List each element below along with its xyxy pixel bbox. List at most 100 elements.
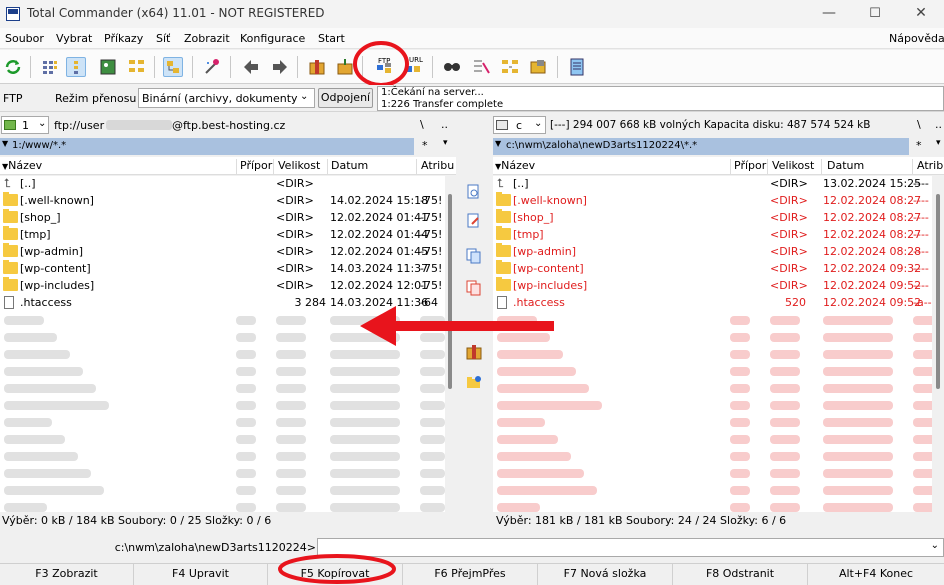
file-row[interactable]: [wp-content] <DIR> 14.03.2024 11:37 -75! (0, 260, 445, 278)
menu-napoveda[interactable]: Nápověda (889, 32, 944, 45)
col-ext[interactable]: Přípor (240, 159, 274, 175)
right-root-button[interactable]: \ (917, 118, 921, 131)
f8-delete-button[interactable]: F8 Odstranit (673, 564, 808, 585)
left-path-header[interactable]: ▼ 1:/www/*.* (0, 138, 414, 155)
f7-new-folder-button[interactable]: F7 Nová složka (538, 564, 673, 585)
right-up-button[interactable]: .. (935, 118, 942, 131)
f4-edit-button[interactable]: F4 Upravit (134, 564, 268, 585)
file-row[interactable]: [wp-includes] <DIR> 12.02.2024 12:01 -75! (0, 277, 445, 295)
maximize-button[interactable]: ☐ (852, 0, 898, 28)
file-row[interactable]: [wp-includes] <DIR> 12.02.2024 09:52 ---- (493, 277, 932, 295)
new-folder-icon[interactable] (466, 374, 482, 390)
blurred-file-entry (236, 316, 256, 325)
disconnect-button[interactable]: Odpojení (318, 88, 373, 108)
red-arrow-annotation (360, 306, 554, 346)
right-drive-select[interactable]: c ⌄ (493, 116, 546, 134)
command-input[interactable]: ⌄ (317, 538, 944, 557)
function-key-bar: F3 Zobrazit F4 Upravit F5 Kopírovat F6 P… (0, 563, 944, 585)
find-files-icon[interactable] (442, 57, 462, 77)
col-name[interactable]: ▼Název (0, 159, 237, 175)
blurred-file-entry (236, 367, 256, 376)
file-row[interactable]: [shop_] <DIR> 12.02.2024 08:27 ---- (493, 209, 932, 227)
back-arrow-icon[interactable] (241, 57, 261, 77)
chevron-down-icon[interactable]: ▾ (936, 138, 941, 148)
blurred-file-entry (497, 435, 558, 444)
left-filter-star[interactable]: * (422, 139, 428, 152)
move-file-icon[interactable] (466, 280, 482, 296)
right-drive-bar: c ⌄ [---] 294 007 668 kB volných Kapacit… (493, 115, 944, 137)
invert-selection-icon[interactable] (202, 57, 222, 77)
sync-dirs-icon[interactable] (528, 57, 548, 77)
file-row[interactable]: [wp-admin] <DIR> 12.02.2024 01:45 -75! (0, 243, 445, 261)
blurred-file-entry (4, 401, 109, 410)
file-row[interactable]: ⮤ [..] <DIR> 13.02.2024 15:25 ---- (493, 176, 932, 193)
f3-view-button[interactable]: F3 Zobrazit (0, 564, 134, 585)
file-size: <DIR> (276, 177, 314, 190)
copy-file-icon[interactable] (466, 248, 482, 264)
col-size[interactable]: Velikost (772, 159, 822, 175)
up-dir-icon: ⮤ (4, 176, 12, 190)
file-size: <DIR> (770, 279, 808, 292)
file-name: [shop_] (20, 211, 61, 224)
file-size: <DIR> (276, 279, 314, 292)
menu-soubor[interactable]: Soubor (5, 32, 44, 45)
col-size[interactable]: Velikost (278, 159, 328, 175)
menu-vybrat[interactable]: Vybrat (56, 32, 92, 45)
col-attr[interactable]: Atribu (421, 159, 456, 175)
right-path-header[interactable]: ▼ c:\nwm\zaloha\newD3arts1120224\*.* (493, 138, 909, 155)
blurred-file-entry (420, 367, 445, 376)
file-row[interactable]: [.well-known] <DIR> 12.02.2024 08:27 ---- (493, 192, 932, 210)
view-file-icon[interactable] (466, 184, 482, 200)
compare-dirs-icon[interactable] (500, 57, 520, 77)
full-view-icon[interactable] (66, 57, 86, 77)
thumbnail-view-icon[interactable] (98, 57, 118, 77)
file-date: 12.02.2024 01:45 (330, 245, 429, 258)
file-row[interactable]: [tmp] <DIR> 12.02.2024 01:44 -75! (0, 226, 445, 244)
col-name[interactable]: ▼Název (493, 159, 731, 175)
tree-view-icon[interactable] (127, 57, 147, 77)
blurred-file-entry (4, 333, 57, 342)
left-up-button[interactable]: .. (441, 118, 448, 131)
col-date[interactable]: Datum (827, 159, 913, 175)
file-date: 12.02.2024 08:28 (823, 245, 922, 258)
file-row[interactable]: [wp-content] <DIR> 12.02.2024 09:32 ---- (493, 260, 932, 278)
menu-prikazy[interactable]: Příkazy (104, 32, 143, 45)
refresh-icon[interactable] (3, 57, 23, 77)
menu-zobrazit[interactable]: Zobrazit (184, 32, 230, 45)
file-size: <DIR> (770, 177, 808, 190)
sync-tree-icon[interactable] (163, 57, 183, 77)
chevron-down-icon[interactable]: ▾ (443, 138, 448, 148)
col-date[interactable]: Datum (331, 159, 417, 175)
file-row[interactable]: [.well-known] <DIR> 14.02.2024 15:18 -75! (0, 192, 445, 210)
pack-archive-icon[interactable] (307, 57, 327, 77)
blurred-file-entry (730, 384, 750, 393)
multi-rename-icon[interactable] (471, 57, 491, 77)
blurred-file-entry (913, 333, 932, 342)
file-row[interactable]: .htaccess 520 12.02.2024 09:52 -a-- (493, 295, 932, 312)
file-row[interactable]: [tmp] <DIR> 12.02.2024 08:27 ---- (493, 226, 932, 244)
transfer-mode-select[interactable]: Binární (archivy, dokumenty ⌄ (138, 88, 315, 108)
alt-f4-exit-button[interactable]: Alt+F4 Konec (808, 564, 944, 585)
notepad-icon[interactable] (567, 57, 587, 77)
minimize-button[interactable]: — (806, 0, 852, 28)
col-attr[interactable]: Atrib (917, 159, 944, 175)
menu-start[interactable]: Start (318, 32, 345, 45)
left-drive-select[interactable]: 1 ⌄ (1, 116, 49, 134)
right-scrollbar[interactable] (932, 176, 944, 512)
file-row[interactable]: [wp-admin] <DIR> 12.02.2024 08:28 ---- (493, 243, 932, 261)
blurred-file-entry (913, 435, 932, 444)
menu-konfigurace[interactable]: Konfigurace (240, 32, 305, 45)
file-row[interactable]: ⮤ [..] <DIR> (0, 176, 445, 193)
right-filter-star[interactable]: * (916, 139, 922, 152)
menu-sit[interactable]: Síť (156, 32, 170, 45)
brief-view-icon[interactable] (40, 57, 60, 77)
left-root-button[interactable]: \ (420, 118, 424, 131)
close-button[interactable]: ✕ (898, 0, 944, 28)
f6-move-button[interactable]: F6 PřejmPřes (403, 564, 538, 585)
blurred-file-entry (276, 469, 306, 478)
file-row[interactable]: [shop_] <DIR> 12.02.2024 01:41 -75! (0, 209, 445, 227)
forward-arrow-icon[interactable] (270, 57, 290, 77)
file-size: <DIR> (770, 228, 808, 241)
edit-file-icon[interactable] (466, 213, 482, 229)
col-ext[interactable]: Přípor (734, 159, 768, 175)
